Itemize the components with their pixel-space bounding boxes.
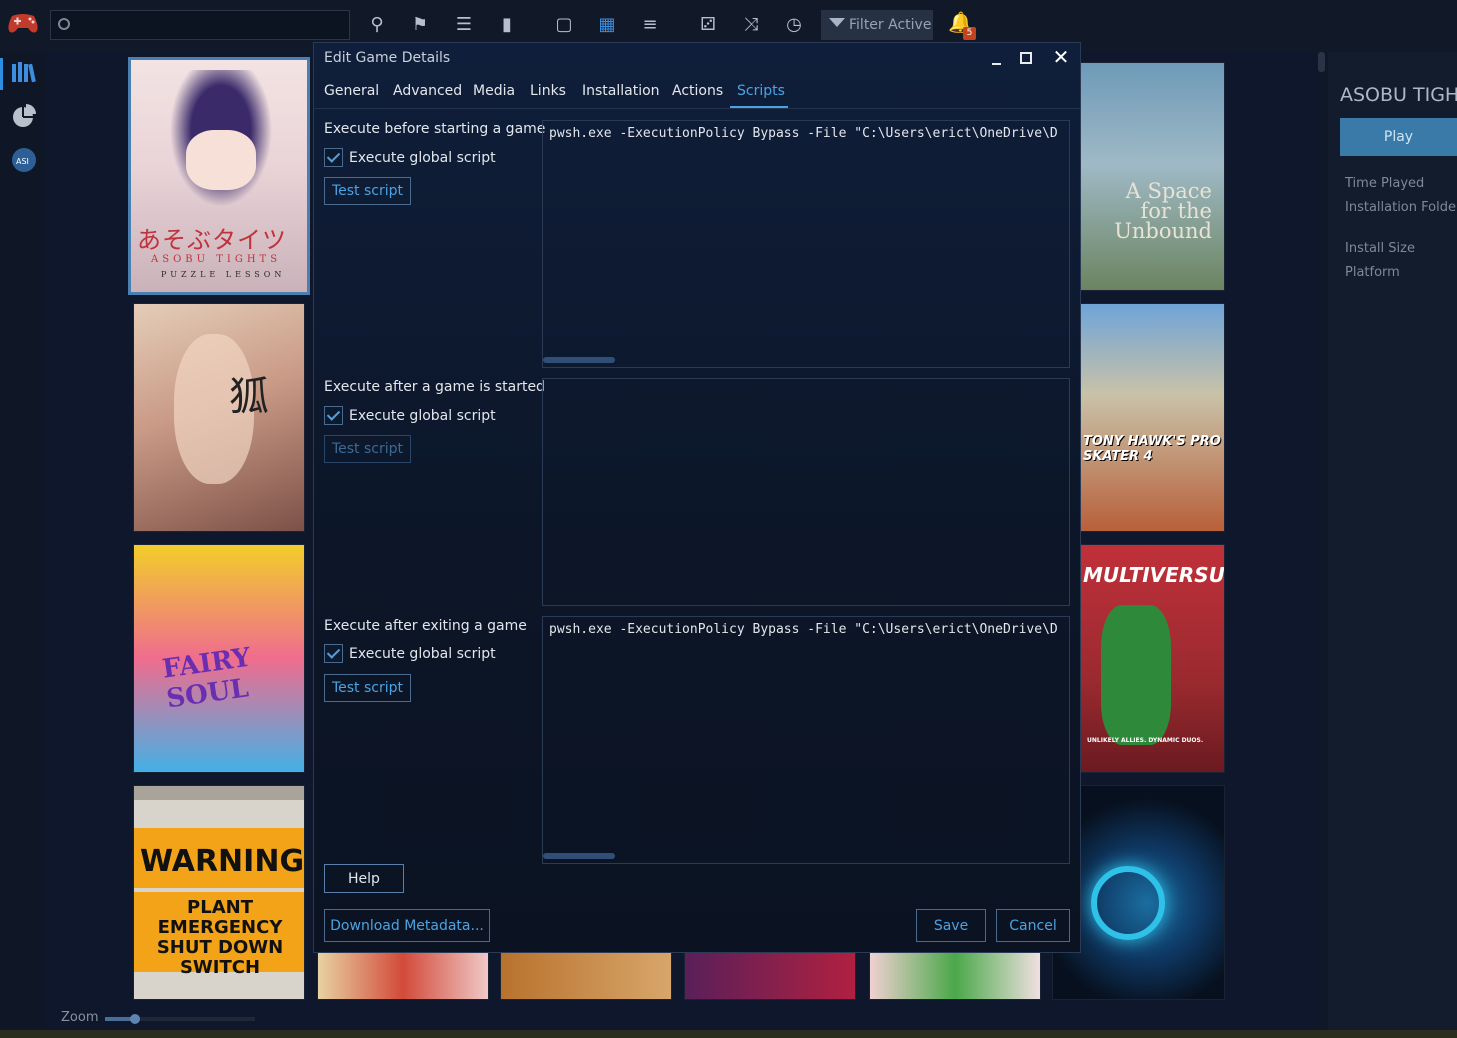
game-cover-strip-3[interactable] bbox=[684, 952, 856, 1000]
after-start-global-checkbox[interactable] bbox=[324, 406, 343, 425]
list-tree-icon[interactable]: ☰ bbox=[452, 13, 476, 37]
tab-advanced[interactable]: Advanced bbox=[393, 83, 462, 99]
left-nav: ASI bbox=[0, 52, 46, 1038]
dialog-tabs: General Advanced Media Links Installatio… bbox=[314, 81, 1080, 109]
filter-icon bbox=[829, 18, 845, 27]
before-start-script-editor[interactable]: pwsh.exe -ExecutionPolicy Bypass -File "… bbox=[542, 120, 1070, 368]
after-start-label: Execute after a game is started bbox=[324, 379, 545, 395]
after-exit-test-script-button[interactable]: Test script bbox=[324, 674, 411, 702]
active-tab-indicator bbox=[730, 106, 788, 108]
tab-installation[interactable]: Installation bbox=[582, 83, 660, 99]
before-start-hscrollbar[interactable] bbox=[543, 357, 615, 363]
tab-links[interactable]: Links bbox=[530, 83, 566, 99]
dialog-title: Edit Game Details bbox=[324, 50, 451, 66]
game-cover-asobu-tights[interactable]: あそぶタイツ ASOBU TIGHTS PUZZLE LESSON bbox=[128, 57, 310, 295]
after-start-test-script-button[interactable]: Test script bbox=[324, 435, 411, 463]
after-exit-global-label[interactable]: Execute global script bbox=[349, 646, 496, 662]
explore-icon[interactable]: ⚂ bbox=[696, 13, 720, 37]
maximize-icon[interactable] bbox=[1020, 52, 1032, 64]
game-cover-fairy-soul[interactable]: FAIRY SOUL bbox=[133, 544, 305, 773]
play-button[interactable]: Play bbox=[1340, 118, 1457, 156]
asobu-plugin-icon[interactable]: ASI bbox=[10, 146, 38, 174]
svg-text:ASI: ASI bbox=[16, 157, 29, 166]
game-cover-warning-switch[interactable]: WARNING PLANT EMERGENCY SHUT DOWN SWITCH bbox=[133, 785, 305, 1000]
tab-media[interactable]: Media bbox=[473, 83, 515, 99]
filter-active-button[interactable]: Filter Active bbox=[821, 10, 933, 40]
after-exit-hscrollbar[interactable] bbox=[543, 853, 615, 859]
game-cover-strip-4[interactable] bbox=[869, 952, 1041, 1000]
help-button[interactable]: Help bbox=[324, 864, 404, 893]
before-start-test-script-button[interactable]: Test script bbox=[324, 177, 411, 205]
search-icon[interactable]: ⚲ bbox=[365, 13, 389, 37]
zoom-slider-handle[interactable] bbox=[130, 1014, 140, 1024]
tab-scripts[interactable]: Scripts bbox=[737, 83, 785, 99]
shuffle-icon[interactable]: ⤨ bbox=[739, 13, 763, 37]
gamepad-logo-icon[interactable] bbox=[6, 10, 40, 36]
time-played-label: Time Played bbox=[1345, 176, 1425, 191]
game-cover-tony-hawk[interactable]: TONY HAWK'S PRO SKATER 4 bbox=[1080, 303, 1225, 532]
before-start-global-checkbox[interactable] bbox=[324, 148, 343, 167]
details-view-icon[interactable]: ▢ bbox=[552, 13, 576, 37]
after-exit-script-text: pwsh.exe -ExecutionPolicy Bypass -File "… bbox=[549, 622, 1058, 637]
before-start-script-text: pwsh.exe -ExecutionPolicy Bypass -File "… bbox=[549, 126, 1058, 141]
after-start-script-editor[interactable] bbox=[542, 378, 1070, 606]
game-cover-strip-1[interactable] bbox=[317, 952, 489, 1000]
tab-general[interactable]: General bbox=[324, 83, 379, 99]
minimize-icon[interactable] bbox=[988, 48, 1008, 68]
download-metadata-button[interactable]: Download Metadata... bbox=[324, 909, 490, 942]
zoom-label: Zoom bbox=[61, 1010, 99, 1025]
grid-view-icon[interactable]: ▦ bbox=[595, 13, 619, 37]
after-exit-global-checkbox[interactable] bbox=[324, 644, 343, 663]
status-bar bbox=[0, 1030, 1457, 1038]
tab-actions[interactable]: Actions bbox=[672, 83, 723, 99]
library-scrollbar[interactable] bbox=[1316, 52, 1328, 1038]
bookmark-icon[interactable]: ⚑ bbox=[408, 13, 432, 37]
game-cover-strip-2[interactable] bbox=[500, 952, 672, 1000]
details-game-title: ASOBU TIGHTS bbox=[1340, 84, 1457, 106]
close-icon[interactable]: ✕ bbox=[1050, 45, 1072, 69]
cancel-button[interactable]: Cancel bbox=[996, 909, 1070, 942]
after-exit-script-editor[interactable]: pwsh.exe -ExecutionPolicy Bypass -File "… bbox=[542, 616, 1070, 864]
after-start-global-label[interactable]: Execute global script bbox=[349, 408, 496, 424]
library-icon[interactable] bbox=[10, 58, 38, 86]
game-cover-multiversus[interactable]: MULTIVERSUS UNLIKELY ALLIES. DYNAMIC DUO… bbox=[1080, 544, 1225, 773]
game-cover-2[interactable]: 狐 bbox=[133, 303, 305, 532]
edit-game-details-dialog: Edit Game Details ✕ General Advanced Med… bbox=[313, 42, 1081, 953]
game-cover-space-unbound[interactable]: A Space for the Unbound bbox=[1080, 62, 1225, 291]
save-button[interactable]: Save bbox=[916, 909, 986, 942]
after-exit-label: Execute after exiting a game bbox=[324, 618, 527, 634]
sidebar-toggle-icon[interactable]: ▮ bbox=[495, 13, 519, 37]
library-scrollbar-thumb[interactable] bbox=[1318, 52, 1325, 72]
notification-badge: 5 bbox=[963, 27, 976, 40]
platform-label: Platform bbox=[1345, 265, 1400, 280]
installation-folder-label: Installation Folder bbox=[1345, 200, 1457, 215]
before-start-label: Execute before starting a game bbox=[324, 121, 546, 137]
before-start-global-label[interactable]: Execute global script bbox=[349, 150, 496, 166]
clock-icon[interactable]: ◷ bbox=[782, 13, 806, 37]
list-view-icon[interactable]: ≡ bbox=[638, 13, 662, 37]
install-size-label: Install Size bbox=[1345, 241, 1415, 256]
search-icon bbox=[58, 18, 70, 30]
statistics-pie-icon[interactable] bbox=[10, 102, 38, 130]
search-input[interactable] bbox=[50, 10, 350, 40]
